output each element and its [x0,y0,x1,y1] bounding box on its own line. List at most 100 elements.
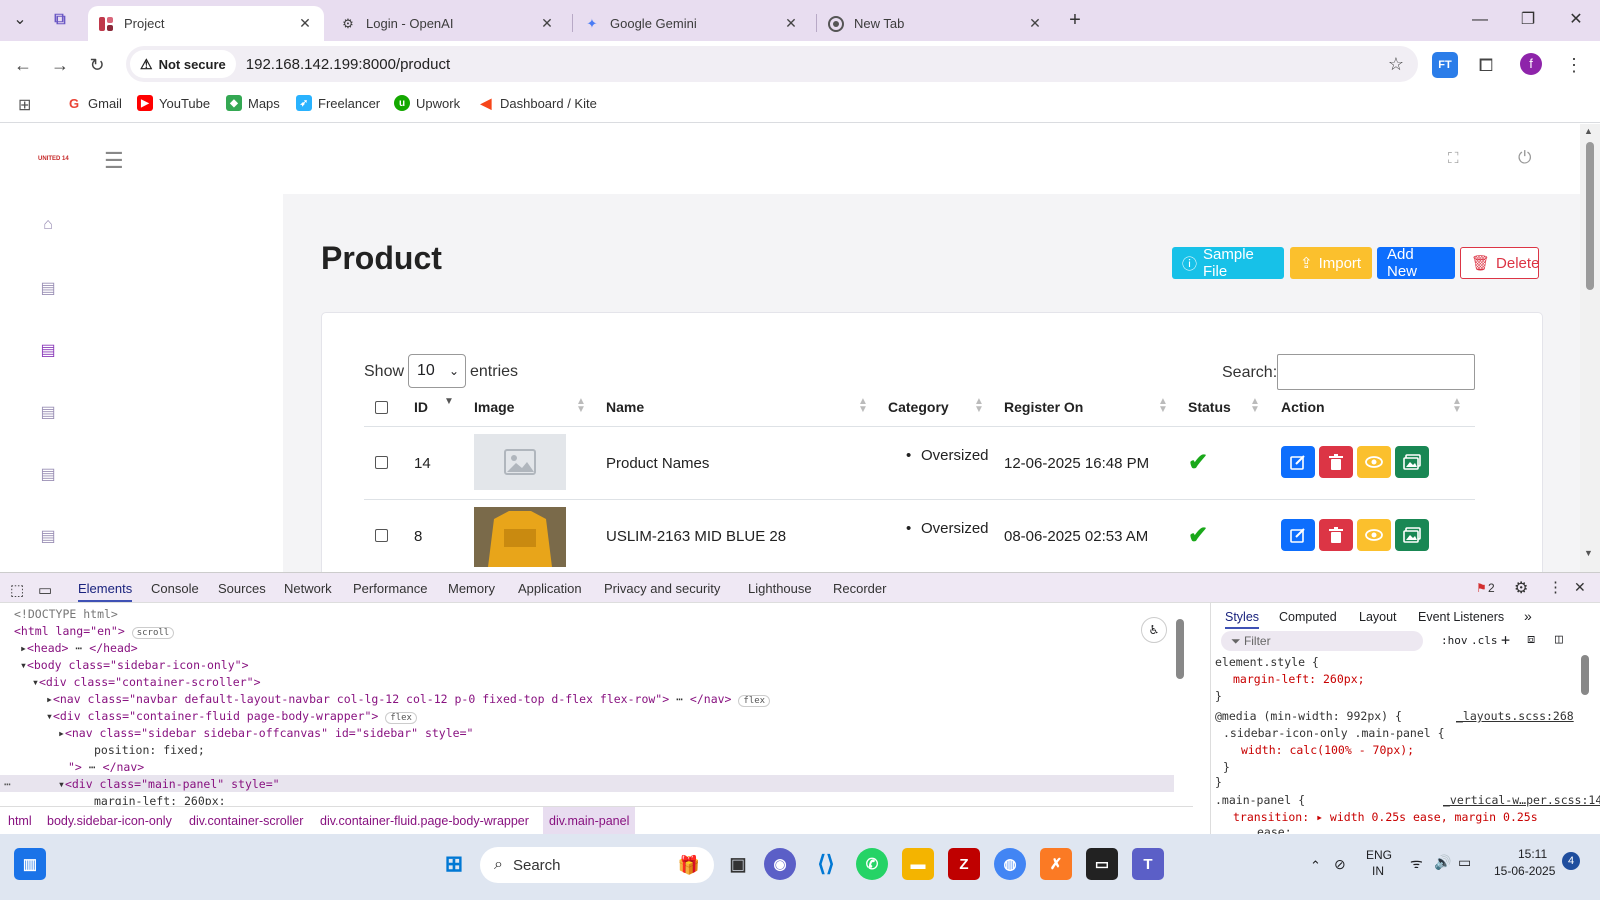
bookmark-freelancer[interactable]: ➶ Freelancer [296,95,380,111]
devtools-tab-network[interactable]: Network [284,581,332,596]
style-line[interactable]: .sidebar-icon-only .main-panel { [1223,726,1445,740]
volume-icon[interactable]: 🔊 [1434,854,1451,871]
dom-line[interactable]: ▸<nav class="navbar default-layout-navba… [46,692,771,707]
gallery-button[interactable] [1395,446,1429,478]
delete-row-button[interactable] [1319,519,1353,551]
flex-badge[interactable]: flex [385,712,417,724]
contacts-icon[interactable]: ▤ [38,526,58,546]
computed-tab[interactable]: Computed [1279,610,1337,624]
devtools-menu-icon[interactable]: ⋮ [1548,578,1563,596]
style-line[interactable]: width: calc(100% - 70px); [1241,743,1414,757]
new-tab-button[interactable]: + [1060,8,1090,32]
source-link[interactable]: _vertical-w…per.scss:14 [1443,793,1600,807]
styles-scroll-thumb[interactable] [1581,655,1589,695]
power-icon[interactable]: ⏻ [1518,148,1531,168]
tab-openai[interactable]: ⚙ Login - OpenAI ✕ [330,6,566,41]
page-length-select[interactable]: 10 ⌄ [408,354,466,388]
column-header-register-on[interactable]: Register On [1004,399,1083,415]
devtools-tab-memory[interactable]: Memory [448,581,495,596]
dom-line[interactable]: ▾<body class="sidebar-icon-only"> [20,658,249,672]
sample-file-button[interactable]: ⓘ Sample File [1172,246,1284,280]
style-line[interactable]: @media (min-width: 992px) { [1215,709,1402,723]
clock-date[interactable]: 15-06-2025 [1494,864,1555,878]
terminal-icon[interactable]: ▭ [1086,848,1118,880]
bookmark-maps[interactable]: ◆ Maps [226,95,280,111]
browser-menu-icon[interactable]: ⋮ [1560,51,1588,79]
import-button[interactable]: ⇪ Import [1290,247,1372,279]
dom-line[interactable]: position: fixed; [94,743,205,757]
dom-line[interactable]: margin-left: 260px; [94,794,226,805]
row-checkbox[interactable] [375,529,388,542]
reload-icon[interactable]: ↻ [83,51,111,79]
devtools-tab-sources[interactable]: Sources [218,581,266,596]
flex-badge[interactable]: flex [738,695,771,707]
select-all-checkbox[interactable] [375,401,388,414]
close-tab-icon[interactable]: ✕ [782,15,800,32]
settings-gear-icon[interactable]: ⚙ [1514,578,1528,598]
extensions-puzzle-icon[interactable]: ⧠ [1472,51,1500,79]
tab-new-tab[interactable]: New Tab ✕ [818,6,1054,41]
tab-groups-icon[interactable]: ⧉ [42,8,78,32]
elements-scroll-thumb[interactable] [1176,619,1184,679]
add-new-button[interactable]: Add New [1377,246,1455,280]
address-bar[interactable]: ⚠ Not secure 192.168.142.199:8000/produc… [126,46,1418,82]
whatsapp-icon[interactable]: ✆ [856,848,888,880]
filezilla-icon[interactable]: Z [948,848,980,880]
chrome-icon[interactable]: ◍ [994,848,1026,880]
widgets-icon[interactable]: ▥ [14,848,46,880]
accessibility-icon[interactable]: ♿ [1141,617,1167,643]
column-header-status[interactable]: Status [1188,399,1231,415]
more-tabs-icon[interactable]: » [1524,608,1532,624]
wifi-icon[interactable]: ᯤ [1410,854,1423,873]
contacts-icon[interactable]: ▤ [38,278,58,298]
region-label[interactable]: IN [1372,864,1384,878]
chevron-up-icon[interactable]: ⌃ [1310,858,1321,874]
dom-line[interactable]: ▸<head> ⋯ </head> [20,641,138,655]
breadcrumb-item[interactable]: body.sidebar-icon-only [47,814,172,828]
security-chip[interactable]: ⚠ Not secure [130,50,236,78]
contacts-icon[interactable]: ▤ [38,402,58,422]
scroll-thumb[interactable] [1586,142,1594,290]
column-header-action[interactable]: Action [1281,399,1325,415]
close-tab-icon[interactable]: ✕ [1026,15,1044,32]
battery-icon[interactable]: ▭ [1458,854,1471,871]
dom-line[interactable]: "> ⋯ </nav> [68,760,144,774]
scroll-down-icon[interactable]: ▼ [1584,548,1593,558]
home-icon[interactable]: ⌂ [38,216,58,236]
styles-filter-input[interactable]: ⏷ Filter [1221,631,1423,651]
delete-row-button[interactable] [1319,446,1353,478]
devtools-tab-application[interactable]: Application [518,581,582,596]
devtools-tab-recorder[interactable]: Recorder [833,581,886,596]
bookmark-kite[interactable]: ◀ Dashboard / Kite [478,95,597,111]
styles-tab[interactable]: Styles [1225,610,1260,629]
language-label[interactable]: ENG [1366,848,1392,862]
breadcrumb-item[interactable]: div.container-scroller [189,814,303,828]
devtools-tab-elements[interactable]: Elements [78,581,133,602]
breadcrumb-item[interactable]: html [8,814,32,828]
minimize-icon[interactable]: — [1460,8,1500,32]
layout-tab[interactable]: Layout [1359,610,1397,624]
bookmark-gmail[interactable]: G Gmail [66,95,122,111]
delete-button[interactable]: 🗑 Delete [1460,247,1539,279]
sidebar-toggle-icon[interactable]: ☰ [104,148,124,174]
close-devtools-icon[interactable]: ✕ [1574,579,1586,596]
breadcrumb-item-current[interactable]: div.main-panel [543,807,636,835]
url-text[interactable]: 192.168.142.199:8000/product [246,56,450,73]
notification-badge[interactable]: 4 [1562,852,1580,870]
table-search-input[interactable] [1277,354,1475,390]
xampp-icon[interactable]: ✗ [1040,848,1072,880]
start-windows-icon[interactable]: ⊞ [438,848,470,880]
style-line[interactable]: transition: ▸ width 0.25s ease, margin 0… [1233,810,1538,824]
new-rule-icon[interactable]: + [1501,631,1510,649]
style-line[interactable]: element.style { [1215,655,1319,669]
style-line[interactable]: } [1215,775,1222,789]
back-icon[interactable]: ← [9,51,37,79]
close-window-icon[interactable]: ✕ [1556,8,1596,32]
network-off-icon[interactable]: ⊘ [1334,856,1346,873]
view-button[interactable] [1357,446,1391,478]
more-icon[interactable]: ⋯ [4,777,11,791]
column-header-category[interactable]: Category [888,399,949,415]
brand-logo[interactable]: UNITED 14 [38,156,69,162]
tab-gemini[interactable]: ✦ Google Gemini ✕ [574,6,810,41]
column-header-id[interactable]: ID [414,399,428,415]
